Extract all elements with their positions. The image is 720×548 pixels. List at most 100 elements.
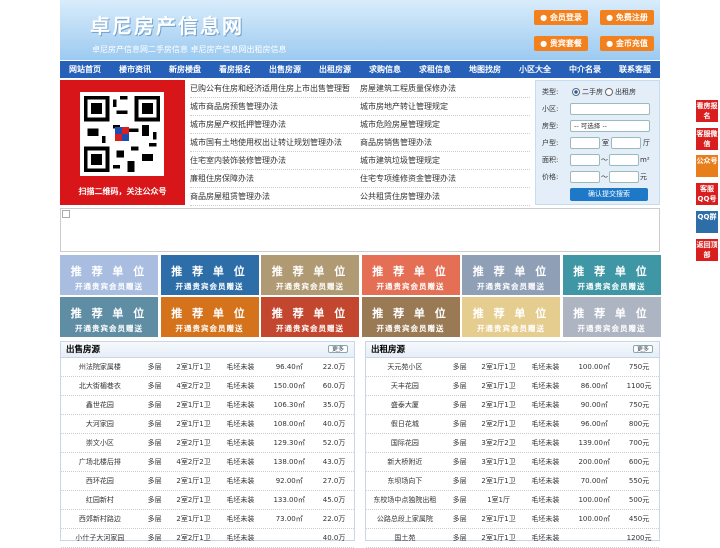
table-row[interactable]: 小什子大河家园 多层 2室2厅1卫 毛坯未装 40.0万 [61, 529, 354, 548]
qq-support-button[interactable]: 客服QQ号 [696, 183, 718, 205]
table-cell[interactable]: 国际花园 [366, 434, 444, 452]
table-cell[interactable]: 天丰花园 [366, 377, 444, 395]
login-button[interactable]: ● 会员登录 [534, 10, 588, 25]
promo-tile[interactable]: 推 荐 单 位开通贵宾会员赠送 [160, 297, 259, 337]
policy-link[interactable]: 城市危险房屋管理规定 [360, 116, 530, 133]
search-submit-button[interactable]: 确认提交搜索 [570, 188, 648, 201]
policy-link[interactable]: 城市房地产转让管理规定 [360, 98, 530, 115]
nav-map[interactable]: 地图找房 [460, 61, 510, 78]
policy-link[interactable]: 房屋建筑工程质量保修办法 [360, 80, 530, 97]
room-type-select[interactable]: -- 可选择 -- [570, 120, 650, 132]
table-cell[interactable]: 小什子大河家园 [61, 529, 139, 547]
nav-communities[interactable]: 小区大全 [510, 61, 560, 78]
rent-more-button[interactable]: 更多 [633, 345, 653, 353]
nav-agents[interactable]: 中介名录 [560, 61, 610, 78]
table-cell[interactable]: 鑫世花园 [61, 396, 139, 414]
table-row[interactable]: 天丰花园 多层 2室1厅1卫 毛坯未装 86.00㎡ 1100元 [366, 377, 659, 396]
table-row[interactable]: 大河家园 多层 2室1厅1卫 毛坯未装 108.00㎡ 40.0万 [61, 415, 354, 434]
wechat-support-button[interactable]: 客服微信 [696, 128, 718, 150]
area-min-input[interactable] [570, 154, 600, 166]
promo-tile[interactable]: 推 荐 单 位开通贵宾会员赠送 [361, 255, 460, 295]
table-cell[interactable]: 盛泰大厦 [366, 396, 444, 414]
policy-link[interactable]: 住宅专项维修资金管理办法 [360, 170, 530, 187]
table-row[interactable]: 州法院家属楼 多层 2室1厅1卫 毛坯未装 96.40㎡ 22.0万 [61, 358, 354, 377]
table-row[interactable]: 西环花园 多层 2室1厅1卫 毛坯未装 92.00㎡ 27.0万 [61, 472, 354, 491]
sale-more-button[interactable]: 更多 [328, 345, 348, 353]
policy-link[interactable]: 城市国有土地使用权出让转让规划管理办法 [190, 134, 360, 151]
table-cell[interactable]: 东坝场向下 [366, 472, 444, 490]
table-cell[interactable]: 大河家园 [61, 415, 139, 433]
table-row[interactable]: 盛泰大厦 多层 2室1厅1卫 毛坯未装 90.00㎡ 750元 [366, 396, 659, 415]
register-button[interactable]: ● 免费注册 [600, 10, 654, 25]
promo-tile[interactable]: 推 荐 单 位开通贵宾会员赠送 [160, 255, 259, 295]
area-max-input[interactable] [609, 154, 639, 166]
nav-sale[interactable]: 出售房源 [260, 61, 310, 78]
table-row[interactable]: 广场北楼后排 多层 4室2厅2卫 毛坯未装 138.00㎡ 43.0万 [61, 453, 354, 472]
promo-tile[interactable]: 推 荐 单 位开通贵宾会员赠送 [562, 297, 661, 337]
nav-rent-request[interactable]: 求租信息 [410, 61, 460, 78]
price-min-input[interactable] [570, 171, 600, 183]
official-account-button[interactable]: 公众号 [696, 155, 718, 177]
livingroom-select[interactable] [611, 137, 641, 149]
table-row[interactable]: 假日花城 多层 2室2厅1卫 毛坯未装 96.00㎡ 800元 [366, 415, 659, 434]
price-max-input[interactable] [609, 171, 639, 183]
table-row[interactable]: 国土苑 多层 2室1厅1卫 毛坯未装 1200元 [366, 529, 659, 548]
radio-rent[interactable] [605, 88, 613, 96]
table-row[interactable]: 东校场中点独院出租 多层 1室1厅 毛坯未装 100.00㎡ 500元 [366, 491, 659, 510]
table-cell[interactable]: 国土苑 [366, 529, 444, 547]
table-row[interactable]: 新大桥附近 多层 3室1厅1卫 毛坯未装 200.00㎡ 600元 [366, 453, 659, 472]
table-cell[interactable]: 广场北楼后排 [61, 453, 139, 471]
vip-package-button[interactable]: ● 贵宾套餐 [534, 36, 588, 51]
nav-support[interactable]: 联系客服 [610, 61, 660, 78]
community-input[interactable] [570, 103, 650, 115]
nav-news[interactable]: 楼市资讯 [110, 61, 160, 78]
promo-tile[interactable]: 推 荐 单 位开通贵宾会员赠送 [60, 297, 158, 337]
table-row[interactable]: 西郊新村路边 多层 2室1厅1卫 毛坯未装 73.00㎡ 22.0万 [61, 510, 354, 529]
nav-viewing[interactable]: 看房报名 [210, 61, 260, 78]
table-cell[interactable]: 天元苑小区 [366, 358, 444, 376]
table-cell[interactable]: 假日花城 [366, 415, 444, 433]
promo-tile[interactable]: 推 荐 单 位开通贵宾会员赠送 [562, 255, 661, 295]
policy-link[interactable]: 城市商品房预售管理办法 [190, 98, 360, 115]
promo-tile[interactable]: 推 荐 单 位开通贵宾会员赠送 [261, 297, 359, 337]
policy-link[interactable]: 住宅室内装饰装修管理办法 [190, 152, 360, 169]
ad-banner[interactable] [60, 208, 660, 252]
table-row[interactable]: 北大街楣巷衣 多层 4室2厅2卫 毛坯未装 150.00㎡ 60.0万 [61, 377, 354, 396]
table-cell[interactable]: 红园新村 [61, 491, 139, 509]
policy-link[interactable]: 已购公有住房和经济适用住房上市出售管理暂 [190, 80, 360, 97]
policy-link[interactable]: 商品房销售管理办法 [360, 134, 530, 151]
table-row[interactable]: 东坝场向下 多层 2室1厅1卫 毛坯未装 70.00㎡ 550元 [366, 472, 659, 491]
table-cell[interactable]: 西环花园 [61, 472, 139, 490]
table-cell[interactable]: 东校场中点独院出租 [366, 491, 444, 509]
table-cell[interactable]: 西郊新村路边 [61, 510, 139, 528]
policy-link[interactable]: 廉租住房保障办法 [190, 170, 360, 187]
table-row[interactable]: 崇文小区 多层 2室2厅1卫 毛坯未装 129.30㎡ 52.0万 [61, 434, 354, 453]
policy-link[interactable]: 城市房屋产权抵押管理办法 [190, 116, 360, 133]
radio-sale[interactable] [572, 88, 580, 96]
table-row[interactable]: 国际花园 多层 3室2厅2卫 毛坯未装 139.00㎡ 700元 [366, 434, 659, 453]
nav-home[interactable]: 网站首页 [60, 61, 110, 78]
policy-link[interactable]: 商品房屋租赁管理办法 [190, 188, 360, 205]
policy-link[interactable]: 公共租赁住房管理办法 [360, 188, 530, 205]
table-cell[interactable]: 州法院家属楼 [61, 358, 139, 376]
table-row[interactable]: 公路总段上家属院 多层 2室1厅1卫 毛坯未装 100.00㎡ 450元 [366, 510, 659, 529]
policy-link[interactable]: 城市建筑垃圾管理规定 [360, 152, 530, 169]
table-row[interactable]: 鑫世花园 多层 2室1厅1卫 毛坯未装 106.30㎡ 35.0万 [61, 396, 354, 415]
table-cell[interactable]: 新大桥附近 [366, 453, 444, 471]
promo-tile[interactable]: 推 荐 单 位开通贵宾会员赠送 [462, 255, 560, 295]
viewing-signup-button[interactable]: 看房报名 [696, 100, 718, 122]
table-row[interactable]: 红园新村 多层 2室2厅1卫 毛坯未装 133.00㎡ 45.0万 [61, 491, 354, 510]
table-cell[interactable]: 北大街楣巷衣 [61, 377, 139, 395]
table-cell[interactable]: 崇文小区 [61, 434, 139, 452]
recharge-button[interactable]: ● 金币充值 [600, 36, 654, 51]
table-row[interactable]: 天元苑小区 多层 2室1厅1卫 毛坯未装 100.00㎡ 750元 [366, 358, 659, 377]
promo-tile[interactable]: 推 荐 单 位开通贵宾会员赠送 [60, 255, 158, 295]
back-to-top-button[interactable]: 返回顶部 [696, 239, 718, 261]
bedroom-select[interactable] [570, 137, 600, 149]
nav-new-homes[interactable]: 新房楼盘 [160, 61, 210, 78]
promo-tile[interactable]: 推 荐 单 位开通贵宾会员赠送 [361, 297, 460, 337]
promo-tile[interactable]: 推 荐 单 位开通贵宾会员赠送 [462, 297, 560, 337]
promo-tile[interactable]: 推 荐 单 位开通贵宾会员赠送 [261, 255, 359, 295]
nav-rent[interactable]: 出租房源 [310, 61, 360, 78]
qq-group-button[interactable]: QQ群 [696, 211, 718, 233]
